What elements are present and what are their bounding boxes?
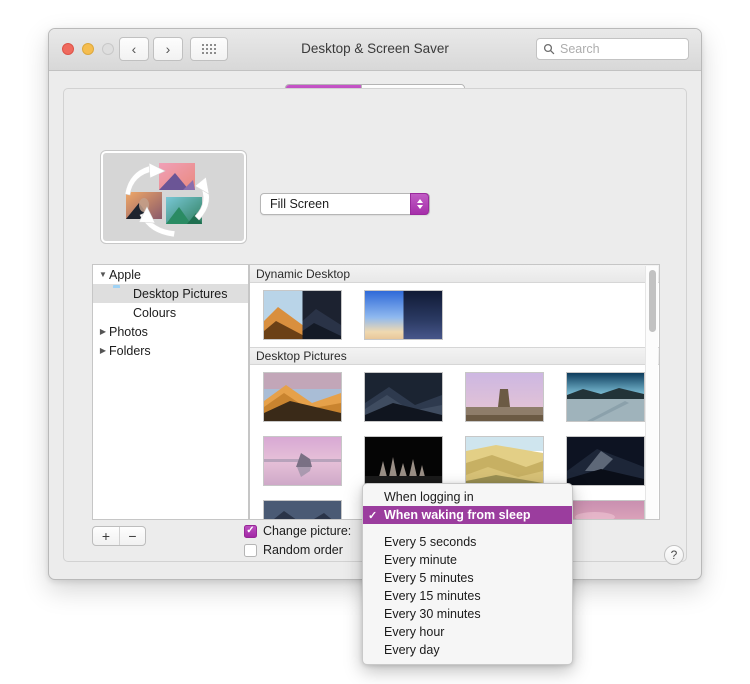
change-picture-label: Change picture:: [263, 524, 352, 538]
scaling-popup-button[interactable]: Fill Screen: [260, 193, 430, 215]
sidebar-item-label: Photos: [109, 324, 148, 339]
wallpaper-thumbnail-mojave-night[interactable]: [364, 372, 443, 422]
disclosure-triangle-icon[interactable]: ▶: [97, 346, 109, 355]
wallpaper-thumbnail-dark-dune-ridge[interactable]: [566, 436, 645, 486]
title-bar: ‹ › Desktop & Screen Saver Search: [49, 29, 701, 71]
scrollbar-thumb[interactable]: [649, 270, 656, 332]
menu-item-every-30-minutes[interactable]: Every 30 minutes: [363, 605, 572, 623]
menu-item-label: Every 30 minutes: [384, 607, 481, 621]
menu-item-label: Every 5 minutes: [384, 571, 474, 585]
disclosure-triangle-icon[interactable]: ▶: [97, 327, 109, 336]
menu-item-label: Every hour: [384, 625, 445, 639]
disclosure-triangle-icon[interactable]: ▼: [97, 270, 109, 279]
add-folder-button[interactable]: +: [93, 527, 119, 545]
random-order-row: Random order: [244, 543, 343, 557]
screenshot-root: ‹ › Desktop & Screen Saver Search Deskto…: [0, 0, 750, 684]
menu-item-every-hour[interactable]: Every hour: [363, 623, 572, 641]
menu-item-label: Every day: [384, 643, 440, 657]
change-picture-interval-menu[interactable]: When logging in ✓ When waking from sleep…: [362, 483, 573, 665]
folder-icon: [113, 287, 129, 300]
wallpaper-thumbnail-mountain-silhouette[interactable]: [263, 500, 342, 519]
grid-row: [250, 283, 659, 347]
menu-item-when-logging-in[interactable]: When logging in: [363, 488, 572, 506]
desktop-preview-thumbnail[interactable]: [101, 151, 246, 243]
wallpaper-grid[interactable]: Dynamic Desktop Desktop Pictures: [249, 264, 660, 520]
menu-item-every-day[interactable]: Every day: [363, 641, 572, 659]
sidebar-item-folders[interactable]: ▶ Folders: [93, 341, 248, 360]
color-wheel-icon: [113, 306, 129, 319]
search-icon: [543, 43, 555, 55]
menu-item-label: When logging in: [384, 490, 474, 504]
grid-row: [250, 365, 659, 429]
search-field[interactable]: Search: [536, 38, 689, 60]
sidebar-item-desktop-pictures[interactable]: Desktop Pictures: [93, 284, 248, 303]
sidebar-item-label: Desktop Pictures: [133, 286, 228, 301]
help-button[interactable]: ?: [664, 545, 684, 565]
grid-section-header-desktop-pictures: Desktop Pictures: [250, 347, 659, 365]
checkmark-icon: ✓: [368, 509, 378, 522]
wallpaper-thumbnail-pink-lake-rock[interactable]: [263, 436, 342, 486]
wallpaper-thumbnail-mojave-dynamic[interactable]: [263, 290, 342, 340]
sidebar-item-label: Colours: [133, 305, 177, 320]
remove-folder-button[interactable]: −: [119, 527, 145, 545]
wallpaper-thumbnail-lake-twilight[interactable]: [566, 372, 645, 422]
menu-item-every-5-seconds[interactable]: Every 5 seconds: [363, 533, 572, 551]
change-picture-checkbox[interactable]: [244, 524, 257, 538]
popup-stepper-icon: [410, 193, 429, 215]
menu-item-when-waking-from-sleep[interactable]: ✓ When waking from sleep: [363, 506, 572, 524]
random-order-checkbox[interactable]: [244, 543, 257, 557]
sidebar-item-apple[interactable]: ▼ Apple: [93, 265, 248, 284]
menu-item-label: Every 15 minutes: [384, 589, 481, 603]
change-picture-row: Change picture:: [244, 524, 351, 538]
wallpaper-thumbnail-solar-gradients-dynamic[interactable]: [364, 290, 443, 340]
random-order-label: Random order: [263, 543, 343, 557]
wallpaper-thumbnail-desert-rock-dusk[interactable]: [465, 372, 544, 422]
source-list[interactable]: ▼ Apple Desktop Pictures Colours ▶ Photo…: [92, 264, 249, 520]
sidebar-item-label: Folders: [109, 343, 151, 358]
menu-item-every-5-minutes[interactable]: Every 5 minutes: [363, 569, 572, 587]
wallpaper-grid-scrollbar[interactable]: [645, 266, 658, 519]
scaling-popup-value: Fill Screen: [270, 197, 330, 211]
menu-item-label: Every 5 seconds: [384, 535, 477, 549]
wallpaper-thumbnail-mojave-day[interactable]: [263, 372, 342, 422]
grid-section-header-dynamic-desktop: Dynamic Desktop: [250, 265, 659, 283]
sidebar-item-colours[interactable]: Colours: [93, 303, 248, 322]
menu-separator: [363, 524, 572, 533]
menu-item-label: When waking from sleep: [384, 508, 531, 522]
sidebar-item-label: Apple: [109, 267, 141, 282]
sidebar-item-photos[interactable]: ▶ Photos: [93, 322, 248, 341]
source-list-add-remove-buttons: + −: [92, 526, 146, 546]
search-placeholder: Search: [560, 42, 600, 56]
wallpaper-thumbnail-golden-dunes[interactable]: [465, 436, 544, 486]
wallpaper-thumbnail-black-tufa-night[interactable]: [364, 436, 443, 486]
rotating-pictures-icon: [124, 162, 210, 238]
wallpaper-thumbnail-violet-sunset-clouds[interactable]: [566, 500, 645, 519]
menu-item-every-15-minutes[interactable]: Every 15 minutes: [363, 587, 572, 605]
menu-item-every-minute[interactable]: Every minute: [363, 551, 572, 569]
menu-item-label: Every minute: [384, 553, 457, 567]
